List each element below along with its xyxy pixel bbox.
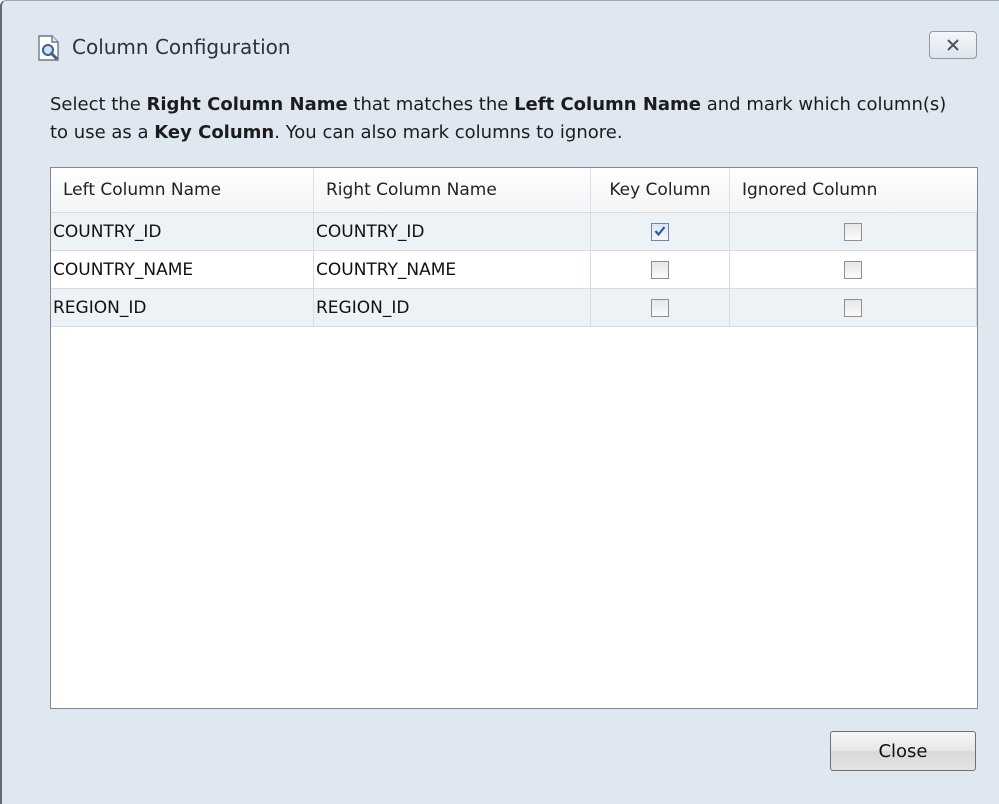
ignored-column-checkbox[interactable] (844, 222, 862, 241)
close-x-icon (946, 36, 960, 55)
column-configuration-dialog: Column Configuration Select the Right Co… (0, 0, 999, 804)
key-column-checkbox[interactable] (651, 298, 669, 317)
header-ignored-column[interactable]: Ignored Column (730, 168, 977, 212)
table-row[interactable]: REGION_ID REGION_ID (51, 289, 977, 327)
instructions-bold-left-column-name: Left Column Name (514, 94, 702, 115)
instructions-part: that matches the (347, 94, 515, 115)
table-row[interactable]: COUNTRY_ID COUNTRY_ID (51, 213, 977, 251)
document-search-icon (35, 34, 63, 62)
key-column-checkbox[interactable] (651, 260, 669, 279)
ignored-column-checkbox[interactable] (844, 260, 862, 279)
key-column-cell (591, 289, 730, 326)
left-column-cell[interactable]: REGION_ID (51, 289, 314, 326)
instructions-text: Select the Right Column Name that matche… (50, 91, 970, 147)
table-header: Left Column Name Right Column Name Key C… (51, 168, 977, 213)
header-left-column-name[interactable]: Left Column Name (51, 168, 314, 212)
instructions-part: Select the (50, 94, 147, 115)
left-column-cell[interactable]: COUNTRY_NAME (51, 251, 314, 288)
instructions-bold-right-column-name: Right Column Name (146, 94, 348, 115)
table-row[interactable]: COUNTRY_NAME COUNTRY_NAME (51, 251, 977, 289)
ignored-column-cell (730, 213, 977, 250)
right-column-cell[interactable]: REGION_ID (314, 289, 591, 326)
header-right-column-name[interactable]: Right Column Name (314, 168, 591, 212)
right-column-cell[interactable]: COUNTRY_NAME (314, 251, 591, 288)
close-button[interactable]: Close (830, 731, 976, 771)
key-column-cell (591, 251, 730, 288)
key-column-cell (591, 213, 730, 250)
instructions-bold-key-column: Key Column (154, 122, 275, 143)
left-column-cell[interactable]: COUNTRY_ID (51, 213, 314, 250)
check-mark-icon (654, 222, 666, 242)
ignored-column-cell (730, 289, 977, 326)
key-column-checkbox[interactable] (651, 222, 669, 242)
title-bar[interactable]: Column Configuration (2, 1, 999, 85)
window-close-button[interactable] (929, 31, 977, 59)
ignored-column-cell (730, 251, 977, 288)
column-mapping-table: Left Column Name Right Column Name Key C… (50, 167, 978, 709)
header-key-column[interactable]: Key Column (591, 168, 730, 212)
ignored-column-checkbox[interactable] (844, 298, 862, 317)
instructions-part: . You can also mark columns to ignore. (274, 122, 623, 143)
right-column-cell[interactable]: COUNTRY_ID (314, 213, 591, 250)
dialog-title: Column Configuration (72, 35, 291, 59)
